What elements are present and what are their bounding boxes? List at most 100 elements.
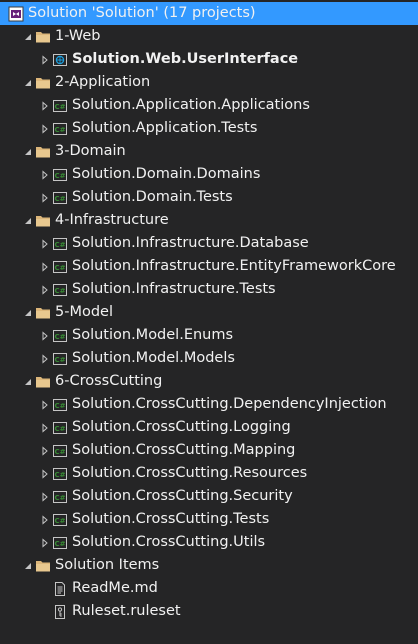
- collapsed-arrow-icon[interactable]: [38, 163, 52, 186]
- collapsed-arrow-icon[interactable]: [38, 393, 52, 416]
- visual-studio-solution-icon: [8, 6, 24, 22]
- collapsed-arrow-icon[interactable]: [38, 48, 52, 71]
- file-row[interactable]: ReadMe.md: [0, 577, 418, 600]
- solution-folder-row[interactable]: Solution Items: [0, 554, 418, 577]
- solution-folder-row[interactable]: 5-Model: [0, 301, 418, 324]
- solution-folder-label: 3-Domain: [55, 143, 126, 159]
- solution-folder-label: 2-Application: [55, 74, 151, 90]
- collapsed-arrow-icon[interactable]: [38, 416, 52, 439]
- collapsed-arrow-icon[interactable]: [38, 439, 52, 462]
- solution-folder-row[interactable]: 2-Application: [0, 71, 418, 94]
- file-row[interactable]: Ruleset.ruleset: [0, 600, 418, 623]
- project-row[interactable]: C# Solution.CrossCutting.DependencyInject…: [0, 393, 418, 416]
- project-label: Solution.Application.Tests: [72, 120, 258, 136]
- expanded-arrow-icon[interactable]: [21, 71, 35, 94]
- project-row[interactable]: C# Solution.Application.Applications: [0, 94, 418, 117]
- project-label: Solution.Model.Models: [72, 350, 235, 366]
- expanded-arrow-icon[interactable]: [21, 209, 35, 232]
- csharp-project-icon: C#: [52, 98, 68, 114]
- solution-root-row[interactable]: Solution 'Solution' (17 projects): [0, 2, 418, 25]
- svg-text:C#: C#: [54, 494, 65, 502]
- solution-folder-icon: [35, 213, 51, 229]
- collapsed-arrow-icon[interactable]: [38, 255, 52, 278]
- csharp-project-icon: C#: [52, 236, 68, 252]
- solution-folder-icon: [35, 558, 51, 574]
- expanded-arrow-icon[interactable]: [21, 370, 35, 393]
- solution-folder-label: 5-Model: [55, 304, 113, 320]
- project-label: Solution.CrossCutting.Mapping: [72, 442, 296, 458]
- solution-folder-icon: [35, 144, 51, 160]
- document-file-icon: [52, 581, 68, 597]
- collapsed-arrow-icon[interactable]: [38, 94, 52, 117]
- svg-text:C#: C#: [54, 103, 65, 111]
- solution-folders: 1-Web Solution.Web.UserInterface 2-Applica…: [0, 25, 418, 623]
- collapsed-arrow-icon[interactable]: [38, 278, 52, 301]
- svg-text:C#: C#: [54, 172, 65, 180]
- svg-text:C#: C#: [54, 241, 65, 249]
- ruleset-file-icon: [52, 604, 68, 620]
- csharp-project-icon: C#: [52, 512, 68, 528]
- project-label: Solution.Model.Enums: [72, 327, 234, 343]
- project-row[interactable]: C# Solution.CrossCutting.Mapping: [0, 439, 418, 462]
- project-row[interactable]: C# Solution.CrossCutting.Security: [0, 485, 418, 508]
- collapsed-arrow-icon[interactable]: [38, 324, 52, 347]
- csharp-project-icon: C#: [52, 121, 68, 137]
- csharp-project-icon: C#: [52, 167, 68, 183]
- project-row[interactable]: C# Solution.Model.Enums: [0, 324, 418, 347]
- project-label: Solution.CrossCutting.Utils: [72, 534, 266, 550]
- project-row[interactable]: C# Solution.CrossCutting.Tests: [0, 508, 418, 531]
- solution-folder-icon: [35, 29, 51, 45]
- collapsed-arrow-icon[interactable]: [38, 117, 52, 140]
- svg-text:C#: C#: [54, 517, 65, 525]
- svg-text:C#: C#: [54, 287, 65, 295]
- web-project-icon: [52, 52, 68, 68]
- svg-text:C#: C#: [54, 356, 65, 364]
- svg-text:C#: C#: [54, 264, 65, 272]
- csharp-project-icon: C#: [52, 489, 68, 505]
- expanded-arrow-icon[interactable]: [21, 25, 35, 48]
- project-label: Solution.CrossCutting.DependencyInjectio…: [72, 396, 387, 412]
- project-row[interactable]: C# Solution.CrossCutting.Logging: [0, 416, 418, 439]
- csharp-project-icon: C#: [52, 282, 68, 298]
- solution-folder-row[interactable]: 1-Web: [0, 25, 418, 48]
- project-row[interactable]: C# Solution.Infrastructure.EntityFramewor…: [0, 255, 418, 278]
- csharp-project-icon: C#: [52, 190, 68, 206]
- project-label: Solution.CrossCutting.Security: [72, 488, 293, 504]
- solution-folder-row[interactable]: 6-CrossCutting: [0, 370, 418, 393]
- collapsed-arrow-icon[interactable]: [38, 232, 52, 255]
- expanded-arrow-icon[interactable]: [21, 301, 35, 324]
- collapsed-arrow-icon[interactable]: [38, 531, 52, 554]
- collapsed-arrow-icon[interactable]: [38, 347, 52, 370]
- svg-text:C#: C#: [54, 126, 65, 134]
- project-label: Solution.Infrastructure.EntityFrameworkC…: [72, 258, 396, 274]
- csharp-project-icon: C#: [52, 397, 68, 413]
- solution-folder-icon: [35, 374, 51, 390]
- project-row[interactable]: C# Solution.Infrastructure.Tests: [0, 278, 418, 301]
- csharp-project-icon: C#: [52, 328, 68, 344]
- solution-root-label: Solution 'Solution' (17 projects): [28, 5, 256, 21]
- project-label: Solution.Domain.Tests: [72, 189, 233, 205]
- file-label: ReadMe.md: [72, 580, 158, 596]
- expanded-arrow-icon[interactable]: [21, 140, 35, 163]
- project-row[interactable]: C# Solution.CrossCutting.Utils: [0, 531, 418, 554]
- solution-folder-icon: [35, 305, 51, 321]
- project-label: Solution.Web.UserInterface: [72, 51, 299, 67]
- collapsed-arrow-icon[interactable]: [38, 462, 52, 485]
- project-row[interactable]: C# Solution.Infrastructure.Database: [0, 232, 418, 255]
- svg-text:C#: C#: [54, 471, 65, 479]
- collapsed-arrow-icon[interactable]: [38, 508, 52, 531]
- project-row[interactable]: C# Solution.CrossCutting.Resources: [0, 462, 418, 485]
- project-row[interactable]: C# Solution.Domain.Tests: [0, 186, 418, 209]
- collapsed-arrow-icon[interactable]: [38, 485, 52, 508]
- project-row[interactable]: Solution.Web.UserInterface: [0, 48, 418, 71]
- project-row[interactable]: C# Solution.Application.Tests: [0, 117, 418, 140]
- solution-folder-row[interactable]: 4-Infrastructure: [0, 209, 418, 232]
- expanded-arrow-icon[interactable]: [21, 554, 35, 577]
- file-label: Ruleset.ruleset: [72, 603, 181, 619]
- project-row[interactable]: C# Solution.Model.Models: [0, 347, 418, 370]
- solution-folder-row[interactable]: 3-Domain: [0, 140, 418, 163]
- svg-text:C#: C#: [54, 425, 65, 433]
- project-row[interactable]: C# Solution.Domain.Domains: [0, 163, 418, 186]
- svg-text:C#: C#: [54, 448, 65, 456]
- collapsed-arrow-icon[interactable]: [38, 186, 52, 209]
